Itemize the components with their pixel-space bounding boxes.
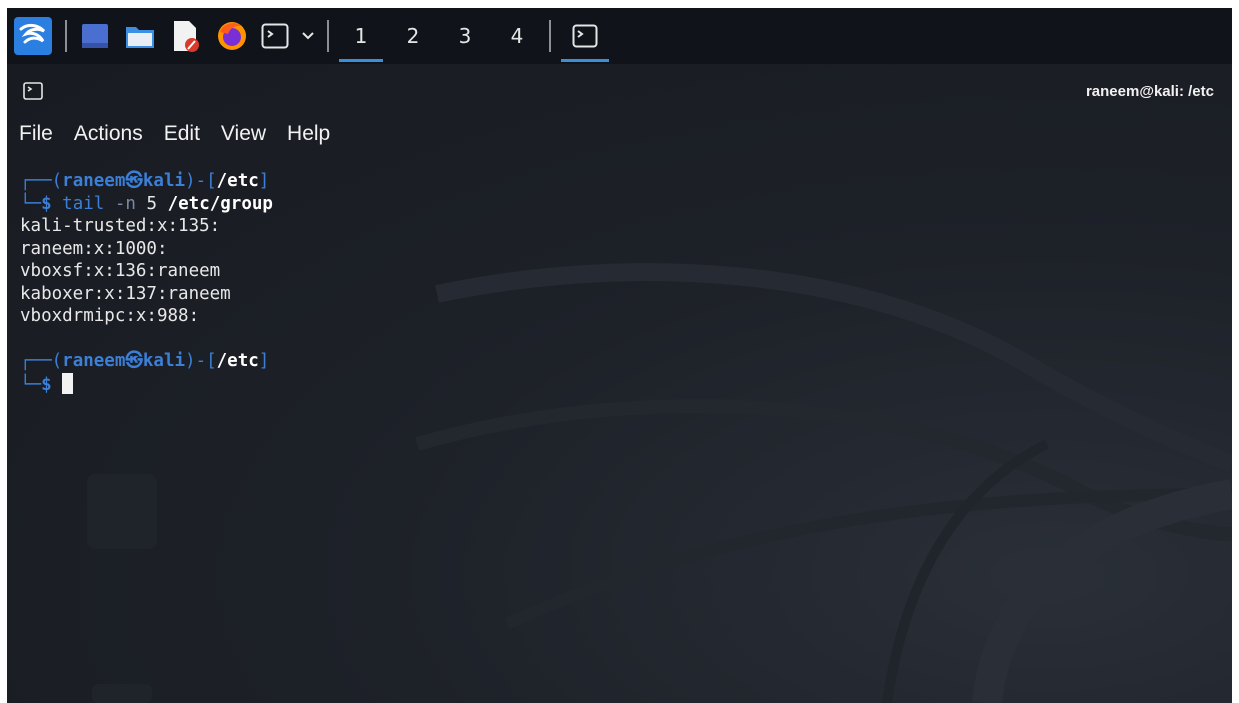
menu-file[interactable]: File bbox=[19, 122, 53, 146]
prompt-host: kali bbox=[142, 171, 186, 191]
text-cursor[interactable] bbox=[62, 372, 74, 394]
workspace-3[interactable]: 3 bbox=[439, 8, 491, 64]
prompt-user: raneem bbox=[62, 171, 126, 191]
prompt-mid: )-[ bbox=[185, 351, 217, 371]
window-title: raneem@kali: /etc bbox=[1085, 82, 1214, 100]
workspace-2[interactable]: 2 bbox=[387, 8, 439, 64]
show-desktop-icon[interactable] bbox=[73, 8, 117, 64]
prompt-open: ┌──( bbox=[20, 171, 63, 191]
output-line: raneem:x:1000: bbox=[20, 238, 168, 259]
output-line: kaboxer:x:137:raneem bbox=[20, 283, 231, 304]
prompt-dollar: $ bbox=[41, 374, 52, 395]
input-line[interactable]: └─$ bbox=[20, 372, 1232, 396]
command-flag: -n bbox=[114, 193, 136, 214]
file-manager-icon[interactable] bbox=[117, 8, 163, 64]
terminal-icon bbox=[23, 82, 43, 100]
prompt-line: ┌──(raneem㉿kali)-[/etc] bbox=[20, 350, 1232, 373]
top-panel: 1 2 3 4 bbox=[7, 8, 1232, 64]
prompt-line: ┌──(raneem㉿kali)-[/etc] bbox=[20, 170, 1232, 193]
terminal-output[interactable]: ┌──(raneem㉿kali)-[/etc] └─$ tail -n 5 /e… bbox=[7, 150, 1232, 395]
prompt-dollar: $ bbox=[41, 193, 52, 214]
prompt-corner: └─ bbox=[20, 374, 42, 395]
prompt-at: ㉿ bbox=[125, 171, 143, 191]
panel-separator bbox=[327, 20, 329, 52]
output-line: kali-trusted:x:135: bbox=[20, 216, 221, 236]
prompt-corner: └─ bbox=[20, 193, 42, 214]
command-line: └─$ tail -n 5 /etc/group bbox=[20, 193, 1232, 216]
workspace-1[interactable]: 1 bbox=[335, 8, 387, 64]
terminal-launcher-icon[interactable] bbox=[255, 8, 295, 64]
menu-edit[interactable]: Edit bbox=[164, 122, 200, 146]
workspace-4[interactable]: 4 bbox=[491, 8, 543, 64]
panel-separator bbox=[549, 20, 551, 52]
panel-separator bbox=[65, 20, 67, 52]
window-titlebar: raneem@kali: /etc bbox=[7, 64, 1232, 118]
prompt-at: ㉿ bbox=[125, 351, 143, 371]
menu-bar: File Actions Edit View Help bbox=[7, 118, 1232, 150]
command-path: /etc/group bbox=[167, 193, 273, 214]
kali-menu-icon[interactable] bbox=[7, 8, 59, 64]
command-name: tail bbox=[62, 193, 105, 214]
output-line: vboxsf:x:136:raneem bbox=[20, 261, 221, 281]
prompt-open: ┌──( bbox=[20, 351, 63, 371]
prompt-mid: )-[ bbox=[185, 171, 217, 191]
prompt-close: ] bbox=[258, 171, 270, 191]
text-editor-icon[interactable] bbox=[163, 8, 209, 64]
prompt-user: raneem bbox=[62, 351, 126, 371]
prompt-close: ] bbox=[258, 351, 270, 371]
firefox-icon[interactable] bbox=[209, 8, 255, 64]
menu-actions[interactable]: Actions bbox=[74, 122, 143, 146]
taskbar-terminal-window[interactable] bbox=[557, 8, 613, 64]
terminal-window[interactable]: raneem@kali: /etc File Actions Edit View… bbox=[7, 64, 1232, 703]
prompt-dir: /etc bbox=[216, 351, 259, 371]
menu-view[interactable]: View bbox=[221, 122, 266, 146]
prompt-host: kali bbox=[142, 351, 186, 371]
prompt-dir: /etc bbox=[216, 171, 259, 191]
command-arg: 5 bbox=[146, 193, 158, 214]
output-line: vboxdrmipc:x:988: bbox=[20, 306, 200, 326]
menu-help[interactable]: Help bbox=[287, 122, 330, 146]
dropdown-chevron-icon[interactable] bbox=[295, 8, 321, 64]
